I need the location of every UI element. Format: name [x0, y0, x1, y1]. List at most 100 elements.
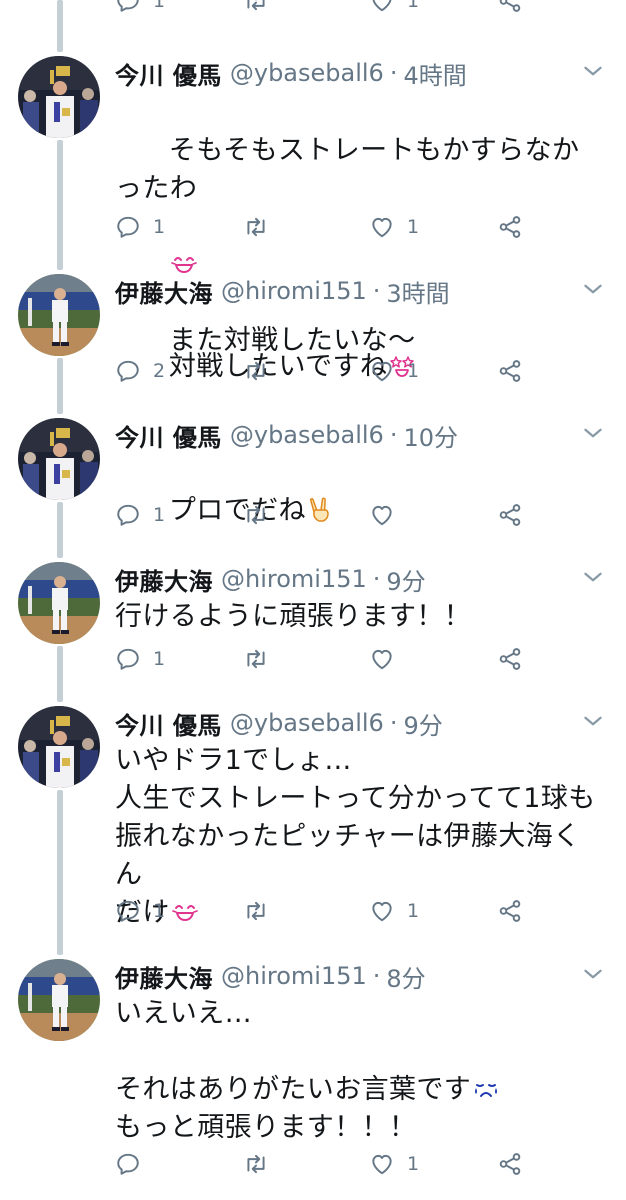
retweet-icon	[243, 898, 269, 924]
timestamp[interactable]: 3時間	[386, 274, 449, 309]
user-handle[interactable]: @hiromi151	[221, 565, 367, 593]
avatar[interactable]	[18, 706, 100, 788]
reply-button[interactable]: 2	[115, 356, 165, 386]
tweet-actions: 2 1	[115, 356, 526, 386]
reply-count: 1	[153, 504, 166, 526]
reply-icon	[115, 358, 141, 384]
user-handle[interactable]: @ybaseball6	[230, 421, 384, 449]
tweet-text-line: そもそもストレートもかすらなかったわ	[115, 135, 580, 204]
like-button[interactable]: 1	[369, 1149, 419, 1179]
like-button[interactable]: 1	[369, 896, 419, 926]
avatar[interactable]	[18, 274, 100, 356]
reply-icon	[115, 646, 141, 672]
retweet-button[interactable]	[243, 644, 281, 674]
retweet-icon	[243, 646, 269, 672]
retweet-button[interactable]	[243, 356, 281, 386]
timestamp[interactable]: 10分	[403, 418, 458, 453]
timestamp[interactable]: 9分	[386, 562, 425, 597]
display-name[interactable]: 今川 優馬	[115, 56, 222, 91]
retweet-button[interactable]	[243, 896, 281, 926]
retweet-button[interactable]	[243, 1149, 281, 1179]
retweet-button[interactable]	[243, 0, 269, 16]
previous-tweet-actions: 1 1	[115, 0, 526, 16]
share-button[interactable]	[497, 356, 523, 386]
tweet-actions: 1 1	[115, 212, 526, 242]
reply-button[interactable]: 1	[115, 500, 165, 530]
display-name[interactable]: 伊藤大海	[115, 959, 213, 994]
user-handle[interactable]: @hiromi151	[221, 962, 367, 990]
reply-icon	[115, 1151, 141, 1177]
share-icon	[497, 0, 523, 14]
retweet-button[interactable]	[243, 500, 281, 530]
chevron-down-icon[interactable]	[580, 420, 606, 446]
avatar[interactable]	[18, 56, 100, 138]
avatar-image	[18, 562, 100, 644]
tweet-header: 今川 優馬 @ybaseball6 · 10分	[115, 418, 606, 452]
avatar-image	[18, 959, 100, 1041]
avatar[interactable]	[18, 418, 100, 500]
like-button[interactable]: 1	[369, 356, 419, 386]
reply-icon	[115, 502, 141, 528]
heart-icon	[369, 358, 395, 384]
share-button[interactable]	[497, 644, 523, 674]
share-button[interactable]	[497, 0, 523, 16]
timestamp[interactable]: 4時間	[403, 56, 466, 91]
share-button[interactable]	[497, 212, 523, 242]
display-name[interactable]: 今川 優馬	[115, 418, 222, 453]
avatar[interactable]	[18, 959, 100, 1041]
share-button[interactable]	[497, 1149, 523, 1179]
separator: ·	[389, 709, 398, 737]
share-button[interactable]	[497, 500, 523, 530]
tweet-text-body: いえいえ… それはありがたいお言葉です	[115, 998, 472, 1105]
separator: ·	[389, 59, 398, 87]
share-icon	[497, 646, 523, 672]
reply-button[interactable]: 1	[115, 0, 165, 16]
chevron-down-icon[interactable]	[580, 961, 606, 987]
reply-button[interactable]: 1	[115, 212, 165, 242]
tweet-actions: 1	[115, 1149, 526, 1179]
chevron-down-icon[interactable]	[580, 708, 606, 734]
timestamp[interactable]: 8分	[386, 959, 425, 994]
thread-line	[57, 140, 63, 270]
retweet-icon	[243, 214, 269, 240]
like-count: 1	[407, 900, 420, 922]
like-button[interactable]	[369, 500, 407, 530]
retweet-icon	[243, 1151, 269, 1177]
timestamp[interactable]: 9分	[403, 706, 442, 741]
like-button[interactable]	[369, 644, 407, 674]
like-button[interactable]: 1	[369, 0, 419, 16]
heart-icon	[369, 898, 395, 924]
retweet-icon	[243, 0, 269, 14]
tweet-header: 伊藤大海 @hiromi151 · 9分	[115, 562, 606, 596]
user-handle[interactable]: @ybaseball6	[230, 59, 384, 87]
tweet-text: いえいえ… それはありがたいお言葉です もっと頑張ります！！！	[115, 995, 606, 1147]
thread-line	[57, 790, 63, 955]
like-count: 1	[407, 216, 420, 238]
tweet-header: 今川 優馬 @ybaseball6 · 9分	[115, 706, 606, 740]
avatar-image	[18, 418, 100, 500]
separator: ·	[389, 421, 398, 449]
user-handle[interactable]: @hiromi151	[221, 277, 367, 305]
display-name[interactable]: 今川 優馬	[115, 706, 222, 741]
reply-button[interactable]: 1	[115, 644, 165, 674]
retweet-button[interactable]	[243, 212, 281, 242]
avatar-image	[18, 274, 100, 356]
reply-button[interactable]: 1	[115, 896, 165, 926]
chevron-down-icon[interactable]	[580, 276, 606, 302]
reply-button[interactable]	[115, 1149, 153, 1179]
share-icon	[497, 1151, 523, 1177]
display-name[interactable]: 伊藤大海	[115, 274, 213, 309]
share-icon	[497, 214, 523, 240]
chevron-down-icon[interactable]	[580, 58, 606, 84]
heart-icon	[369, 646, 395, 672]
share-icon	[497, 502, 523, 528]
avatar-image	[18, 56, 100, 138]
heart-icon	[369, 502, 395, 528]
user-handle[interactable]: @ybaseball6	[230, 709, 384, 737]
share-button[interactable]	[497, 896, 523, 926]
avatar[interactable]	[18, 562, 100, 644]
chevron-down-icon[interactable]	[580, 564, 606, 590]
display-name[interactable]: 伊藤大海	[115, 562, 213, 597]
like-count: 1	[407, 360, 420, 382]
like-button[interactable]: 1	[369, 212, 419, 242]
